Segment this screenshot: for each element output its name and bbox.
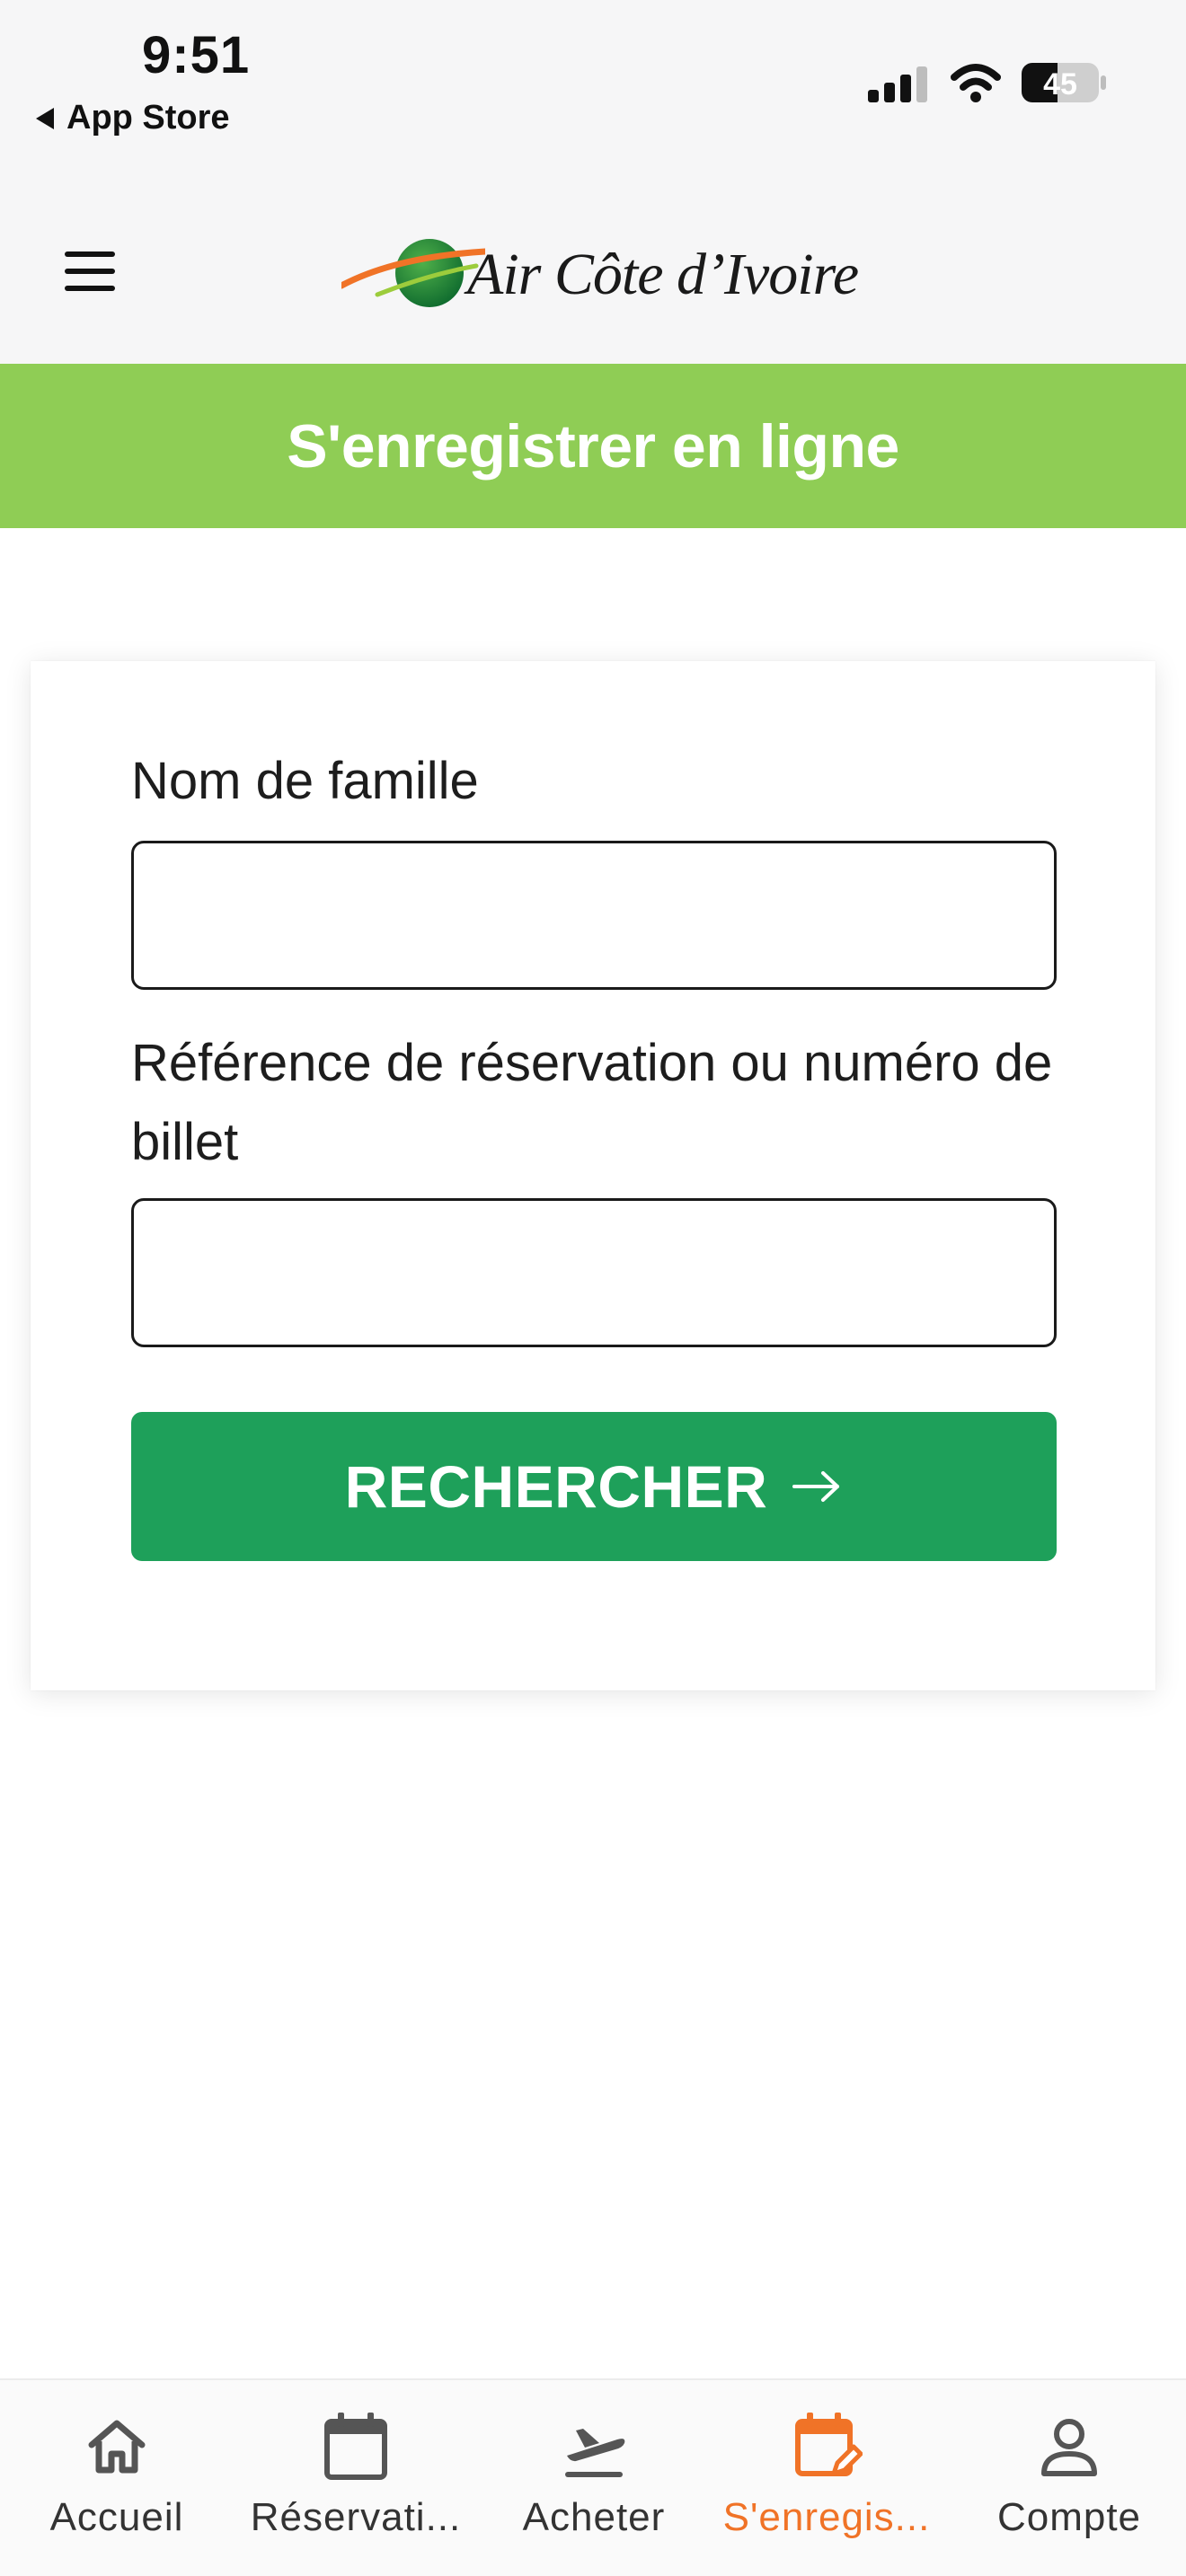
logo-text: Air Côte d’Ivoire xyxy=(467,242,859,307)
tab-senregistrer[interactable]: S'enregis... xyxy=(710,2380,943,2576)
home-icon xyxy=(88,2420,146,2474)
calendar-edit-icon xyxy=(795,2413,863,2476)
page-title: S'enregistrer en ligne xyxy=(287,411,899,481)
battery-level: 45 xyxy=(1043,67,1077,101)
last-name-label: Nom de famille xyxy=(131,752,479,810)
status-time: 9:51 xyxy=(142,26,251,84)
tab-acheter[interactable]: Acheter xyxy=(491,2380,697,2576)
hamburger-menu-icon[interactable] xyxy=(65,251,115,291)
bottom-tab-bar: Accueil Réservati... Acheter S'enregis..… xyxy=(0,2378,1186,2576)
search-button-label: RECHERCHER xyxy=(344,1453,768,1520)
tab-label: S'enregis... xyxy=(722,2495,931,2539)
tab-label: Compte xyxy=(996,2495,1142,2539)
booking-reference-input[interactable] xyxy=(131,1198,1057,1347)
last-name-input[interactable] xyxy=(131,841,1057,990)
app-header: Air Côte d’Ivoire xyxy=(0,180,1186,364)
cellular-signal-icon xyxy=(868,66,927,102)
page-banner: S'enregistrer en ligne xyxy=(0,364,1186,528)
check-in-form-card: Nom de famille Référence de réservation … xyxy=(31,661,1155,1690)
air-cote-divoire-logo[interactable]: Air Côte d’Ivoire xyxy=(341,230,859,320)
back-triangle-icon xyxy=(36,107,54,129)
tab-label: Acheter xyxy=(522,2495,666,2539)
calendar-icon xyxy=(324,2413,387,2480)
search-button[interactable]: RECHERCHER xyxy=(131,1412,1057,1561)
booking-reference-label: Référence de réservation ou numéro de bi… xyxy=(131,1034,1053,1171)
plane-departure-icon xyxy=(565,2429,625,2477)
battery-icon: 45 xyxy=(1022,63,1106,102)
tab-label: Accueil xyxy=(49,2495,184,2539)
status-bar: 9:51 App Store 45 xyxy=(0,0,1186,180)
wifi-icon xyxy=(951,64,1001,102)
tab-compte[interactable]: Compte xyxy=(961,2380,1177,2576)
arrow-right-icon xyxy=(792,1471,840,1502)
tab-reservations[interactable]: Réservati... xyxy=(239,2380,473,2576)
tab-label: Réservati... xyxy=(250,2495,462,2539)
tab-accueil[interactable]: Accueil xyxy=(9,2380,225,2576)
back-to-app-store[interactable]: App Store xyxy=(36,99,230,137)
user-icon xyxy=(1041,2419,1097,2476)
check-in-screen: 9:51 App Store 45 Air Côte d’Ivoire S'en… xyxy=(0,0,1186,2576)
logo-globe-icon xyxy=(341,239,485,307)
back-label: App Store xyxy=(66,99,230,137)
